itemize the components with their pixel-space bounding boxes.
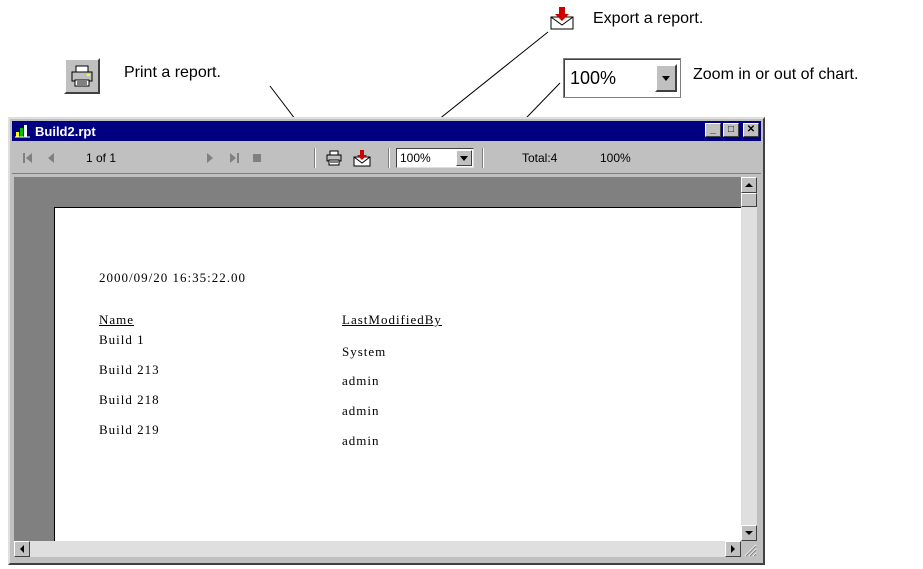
stop-button[interactable] (252, 143, 262, 173)
zoom-select-value: 100% (400, 151, 431, 165)
maximize-icon: □ (727, 124, 735, 135)
export-icon (550, 7, 574, 30)
resize-grip-icon (744, 544, 757, 557)
page-indicator: 1 of 1 (86, 143, 116, 173)
horizontal-scrollbar[interactable] (14, 541, 741, 557)
report-page: 2000/09/20 16:35:22.00 Name LastModified… (54, 207, 741, 541)
print-button[interactable] (325, 143, 343, 173)
report-viewer-window: Build2.rpt _ □ ✕ 1 of 1 100% Total:4 100… (8, 117, 765, 565)
printer-icon (326, 150, 342, 166)
report-timestamp: 2000/09/20 16:35:22.00 (99, 270, 246, 285)
printer-icon (71, 65, 93, 87)
toolbar-separator (388, 148, 390, 168)
chevron-down-icon (745, 531, 753, 535)
maximize-button[interactable]: □ (723, 123, 739, 137)
toolbar-separator (314, 148, 316, 168)
next-page-icon (207, 153, 213, 163)
zoom-select[interactable]: 100% (396, 148, 474, 168)
close-icon: ✕ (746, 124, 756, 135)
next-page-button[interactable] (205, 143, 215, 173)
title-bar[interactable]: Build2.rpt _ □ ✕ (12, 121, 761, 141)
callout-zoom-combo: 100% (563, 58, 681, 98)
resize-grip[interactable] (741, 541, 757, 557)
zoom-percent: 100% (600, 143, 631, 173)
stop-icon (253, 154, 261, 162)
first-page-icon (23, 153, 32, 163)
total-count-text: Total:4 (522, 151, 558, 165)
scroll-right-button[interactable] (725, 541, 741, 557)
zoom-callout-label: Zoom in or out of chart. (693, 66, 859, 83)
scroll-down-button[interactable] (741, 525, 757, 541)
zoom-percent-text: 100% (600, 151, 631, 165)
window-title: Build2.rpt (35, 123, 96, 139)
prev-page-icon (48, 153, 54, 163)
table-row-modified-by: admin (342, 403, 380, 418)
toolbar-separator (482, 148, 484, 168)
chevron-up-icon (745, 183, 753, 187)
table-row-modified-by: System (342, 344, 387, 359)
scroll-up-button[interactable] (741, 177, 757, 193)
minimize-icon: _ (710, 124, 716, 135)
first-page-button[interactable] (22, 143, 34, 173)
scroll-thumb[interactable] (741, 193, 757, 207)
chevron-left-icon (20, 545, 24, 553)
export-button[interactable] (353, 143, 371, 173)
scroll-left-button[interactable] (14, 541, 30, 557)
chevron-right-icon (731, 545, 735, 553)
minimize-button[interactable]: _ (705, 123, 721, 137)
callout-print-button (64, 58, 100, 94)
table-row-name: Build 1 (99, 332, 145, 347)
callout-zoom-value: 100% (570, 67, 617, 88)
print-callout-label: Print a report. (124, 64, 221, 81)
vertical-scrollbar[interactable] (741, 177, 757, 541)
table-row-name: Build 213 (99, 362, 160, 377)
report-toolbar: 1 of 1 100% Total:4 100% (12, 143, 761, 174)
page-indicator-text: 1 of 1 (86, 151, 117, 165)
export-icon (353, 150, 371, 167)
report-app-icon (15, 125, 30, 138)
report-viewport: 2000/09/20 16:35:22.00 Name LastModified… (14, 177, 741, 541)
export-callout-label: Export a report. (593, 10, 704, 27)
chevron-down-icon (655, 64, 677, 92)
last-page-button[interactable] (228, 143, 240, 173)
prev-page-button[interactable] (46, 143, 56, 173)
column-header-name: Name (99, 312, 135, 327)
table-row-modified-by: admin (342, 433, 380, 448)
chevron-down-icon[interactable] (456, 150, 472, 166)
total-count: Total:4 (522, 143, 557, 173)
table-row-modified-by: admin (342, 373, 380, 388)
column-header-lastmodifiedby: LastModifiedBy (342, 312, 442, 327)
callout-export-icon-box (548, 4, 576, 32)
table-row-name: Build 218 (99, 392, 160, 407)
table-row-name: Build 219 (99, 422, 160, 437)
close-button[interactable]: ✕ (743, 123, 759, 137)
last-page-icon (230, 153, 239, 163)
